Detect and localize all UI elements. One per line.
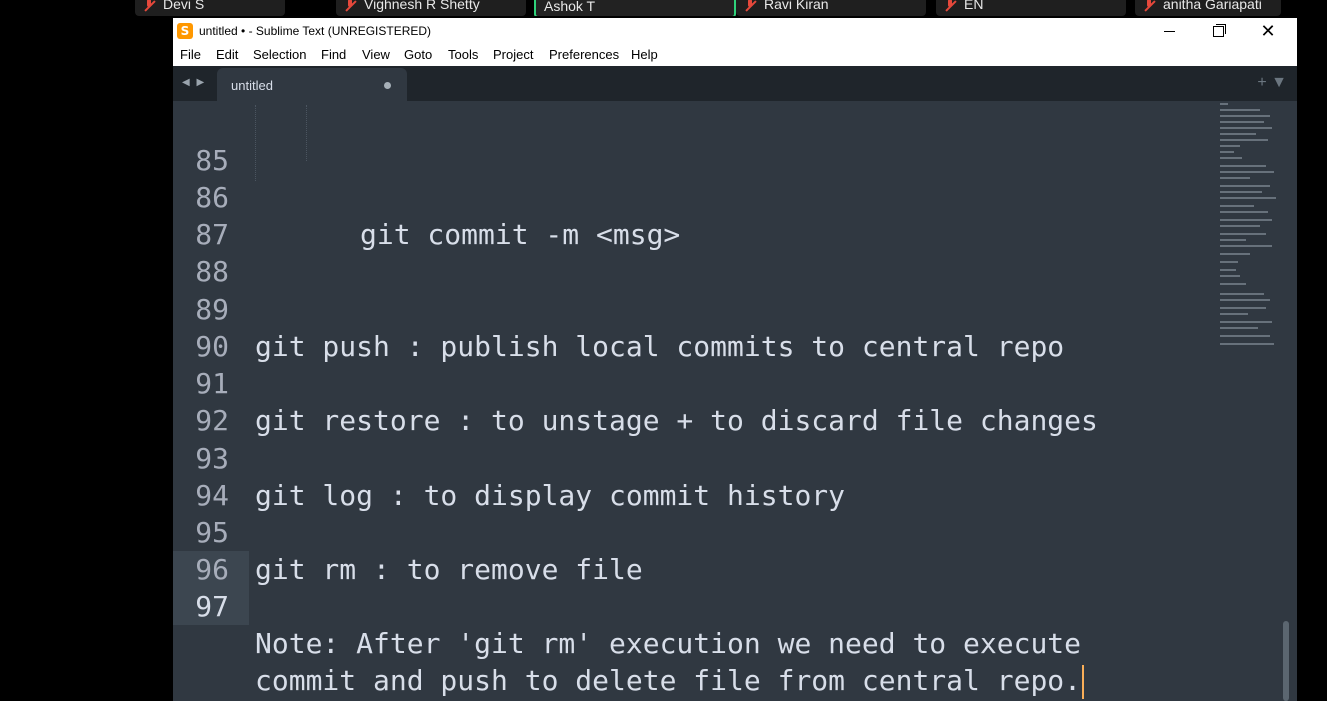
code-editor[interactable]: 85 86 git commit -m <msg> 87 88 89 git p… <box>173 101 1297 701</box>
editor-line: 89 git push : publish local commits to c… <box>173 254 1213 363</box>
restore-icon <box>1212 23 1226 37</box>
participant-name: Ravi Kiran <box>764 0 829 12</box>
menu-tools[interactable]: Tools <box>448 47 478 62</box>
tab-bar: ◀ ▶ untitled + ▼ <box>173 66 1297 101</box>
menu-bar: File Edit Selection Find View Goto Tools… <box>173 44 1297 67</box>
minimize-icon <box>1163 30 1175 32</box>
muted-mic-icon <box>143 0 155 11</box>
participant-tile[interactable]: Ravi Kiran <box>736 0 926 16</box>
tab-untitled[interactable]: untitled <box>217 68 407 101</box>
editor-line: 93 git log : to display commit history <box>173 403 1213 512</box>
menu-preferences[interactable]: Preferences <box>549 47 619 62</box>
muted-mic-icon <box>744 0 756 11</box>
tab-label: untitled <box>231 78 273 93</box>
editor-line: 92 <box>173 365 1213 437</box>
editor-line: 90 <box>173 291 1213 363</box>
editor-line: 86 git commit -m <msg> <box>173 142 1213 251</box>
menu-view[interactable]: View <box>362 47 390 62</box>
new-tab-dropdown-icon[interactable]: + ▼ <box>1257 74 1287 92</box>
menu-edit[interactable]: Edit <box>216 47 238 62</box>
menu-selection[interactable]: Selection <box>253 47 306 62</box>
participant-tile[interactable]: EN <box>936 0 1126 16</box>
muted-mic-icon <box>1143 0 1155 11</box>
participant-name: Devi S <box>163 0 205 12</box>
window-title: untitled • - Sublime Text (UNREGISTERED) <box>199 24 432 38</box>
participant-name: Vighnesh R Shetty <box>364 0 480 12</box>
sublime-text-icon: S <box>177 23 193 39</box>
minimap[interactable] <box>1220 103 1278 353</box>
participant-tile-active-speaker[interactable]: Ashok T <box>534 0 736 16</box>
menu-file[interactable]: File <box>180 47 201 62</box>
line-text: Note: After 'git rm' execution we need t… <box>255 627 1082 660</box>
editor-line: 87 <box>173 179 1213 251</box>
vertical-scrollbar[interactable] <box>1283 621 1289 701</box>
participant-tile[interactable]: Devi S <box>135 0 285 16</box>
text-cursor <box>1082 665 1085 699</box>
participant-tile[interactable]: anitha Gariapati <box>1135 0 1281 16</box>
muted-mic-icon <box>344 0 356 11</box>
menu-find[interactable]: Find <box>321 47 346 62</box>
minimize-button[interactable] <box>1146 18 1192 44</box>
editor-line: 91 git restore : to unstage + to discard… <box>173 328 1213 437</box>
participant-name: anitha Gariapati <box>1163 0 1262 12</box>
editor-line: 88 <box>173 216 1213 288</box>
sublime-text-window: S untitled • - Sublime Text (UNREGISTERE… <box>173 18 1297 701</box>
editor-line: 85 <box>173 105 1213 181</box>
participant-name: Ashok T <box>544 0 596 14</box>
editor-line-wrapped: commit and push to delete file from cent… <box>173 588 1213 699</box>
editor-line: 96 <box>173 514 1213 586</box>
menu-goto[interactable]: Goto <box>404 47 432 62</box>
line-text-wrap: commit and push to delete file from cent… <box>255 662 1085 699</box>
close-button[interactable]: ✕ <box>1245 18 1291 44</box>
menu-help[interactable]: Help <box>631 47 658 62</box>
editor-line: 94 <box>173 440 1213 512</box>
muted-mic-icon <box>944 0 956 11</box>
meeting-participants-bar: Devi S Vighnesh R Shetty Ashok T Ravi Ki… <box>0 0 1327 16</box>
close-icon: ✕ <box>1260 20 1276 42</box>
title-bar[interactable]: S untitled • - Sublime Text (UNREGISTERE… <box>173 18 1297 44</box>
tab-nav-arrows-icon[interactable]: ◀ ▶ <box>182 77 206 88</box>
line-text: commit and push to delete file from cent… <box>255 664 1082 697</box>
menu-project[interactable]: Project <box>493 47 533 62</box>
restore-button[interactable] <box>1195 18 1241 44</box>
editor-line-current: 97 Note: After 'git rm' execution we nee… <box>173 551 1213 660</box>
participant-tile[interactable]: Vighnesh R Shetty <box>336 0 526 16</box>
editor-line: 95 git rm : to remove file <box>173 477 1213 586</box>
participant-name: EN <box>964 0 984 12</box>
unsaved-dot-icon[interactable] <box>384 82 391 89</box>
